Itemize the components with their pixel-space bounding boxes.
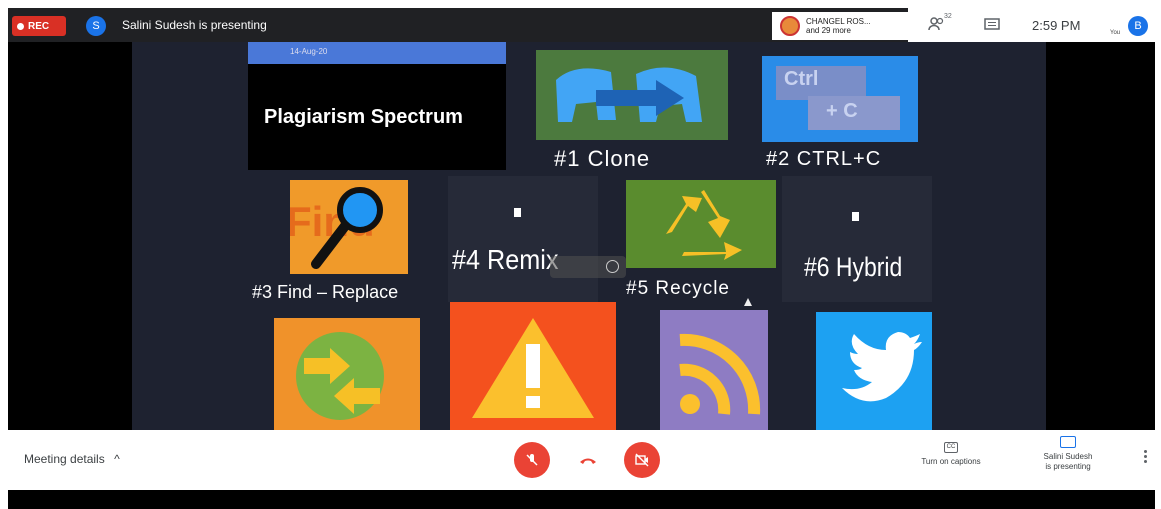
mic-off-button[interactable] (514, 442, 550, 478)
participant-name: CHANGEL ROS... (806, 17, 871, 26)
chat-icon[interactable] (984, 18, 1000, 35)
captions-button[interactable]: CC Turn on captions (906, 442, 996, 467)
captions-label: Turn on captions (921, 457, 981, 466)
presentation-stage: 14-Aug-20 Plagiarism Spectrum #1 Clone C… (8, 42, 1155, 430)
mic-off-icon (526, 454, 538, 466)
ctrl-c-image: Ctrl + C (762, 56, 918, 142)
present-screen-icon (1060, 436, 1076, 448)
participant-chip[interactable]: CHANGEL ROS... and 29 more (772, 12, 908, 40)
label-clone: #1 Clone (554, 146, 651, 171)
recycle-image (626, 180, 776, 268)
bottom-strip (8, 490, 1155, 509)
remix-tile (448, 176, 598, 302)
label-find-replace: #3 Find – Replace (252, 282, 399, 302)
presenting-line2: is presenting (1045, 462, 1091, 471)
hang-up-button[interactable] (570, 442, 606, 478)
slide-date: 14-Aug-20 (248, 42, 506, 64)
mouse-cursor-icon (744, 298, 752, 306)
clone-image (536, 50, 728, 140)
label-recycle: #5 Recycle (626, 278, 730, 299)
slide-title: Plagiarism Spectrum (264, 106, 463, 128)
label-remix: #4 Remix (452, 244, 559, 275)
recording-badge: REC (12, 16, 66, 36)
label-hybrid: #6 Hybrid (804, 252, 903, 282)
ctrl-key-text: Ctrl (776, 66, 866, 100)
meeting-details-label: Meeting details (24, 452, 105, 466)
hang-up-icon (580, 458, 596, 464)
broken-image-icon-2 (852, 212, 859, 221)
people-count: 32 (944, 13, 952, 20)
recording-label: REC (28, 20, 50, 32)
clock: 2:59 PM (1032, 18, 1081, 33)
presenting-line1: Salini Sudesh (1043, 452, 1093, 461)
arrows-image (274, 318, 420, 430)
camera-off-icon (635, 453, 649, 467)
minimize-icon[interactable] (606, 260, 619, 273)
bottom-bar: Meeting details ^ CC Turn on captions Sa… (8, 430, 1155, 490)
hybrid-tile (782, 176, 932, 302)
camera-off-button[interactable] (624, 442, 660, 478)
top-bar: REC S Salini Sudesh is presenting CHANGE… (8, 8, 1155, 42)
warning-image (450, 302, 616, 430)
title-card: 14-Aug-20 Plagiarism Spectrum (248, 42, 506, 170)
rss-image (660, 310, 768, 430)
chevron-up-icon: ^ (114, 452, 120, 466)
twitter-image (816, 312, 932, 430)
shared-slide: 14-Aug-20 Plagiarism Spectrum #1 Clone C… (132, 42, 1046, 430)
find-replace-image: Find (290, 180, 408, 274)
meet-window: REC S Salini Sudesh is presenting CHANGE… (8, 8, 1155, 490)
more-options-icon[interactable] (1144, 450, 1147, 463)
captions-icon: CC (944, 442, 958, 453)
self-avatar[interactable]: B (1128, 16, 1148, 36)
broken-image-icon (514, 208, 521, 217)
presenting-status: Salini Sudesh is presenting (122, 18, 267, 32)
presenter-avatar: S (86, 16, 106, 36)
meeting-details-button[interactable]: Meeting details ^ (24, 452, 120, 466)
participant-more: and 29 more (806, 26, 851, 35)
presenting-button[interactable]: Salini Sudesh is presenting (1028, 436, 1108, 472)
record-dot-icon (17, 22, 24, 30)
floating-toolbar[interactable] (550, 256, 626, 278)
participant-avatar (780, 16, 800, 36)
self-label: You (1110, 30, 1121, 36)
c-key-text: + C (808, 96, 900, 130)
label-ctrl-c: #2 CTRL+C (766, 148, 882, 170)
